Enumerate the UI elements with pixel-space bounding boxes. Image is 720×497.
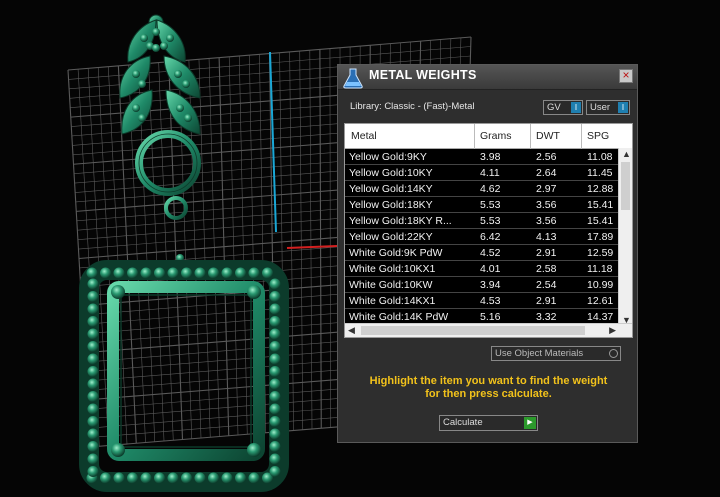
cell-metal: Yellow Gold:9KY bbox=[349, 151, 427, 163]
cell-grams: 4.62 bbox=[480, 183, 501, 195]
cell-dwt: 2.91 bbox=[536, 247, 557, 259]
use-object-materials-label: Use Object Materials bbox=[495, 348, 584, 359]
table-row[interactable]: Yellow Gold:22KY 6.42 4.13 17.89 bbox=[345, 229, 627, 245]
cell-dwt: 2.91 bbox=[536, 295, 557, 307]
cell-grams: 4.11 bbox=[480, 167, 500, 179]
table-row[interactable]: Yellow Gold:14KY 4.62 2.97 12.88 bbox=[345, 181, 627, 197]
table-row[interactable]: White Gold:14KX1 4.53 2.91 12.61 bbox=[345, 293, 627, 309]
vertical-scrollbar[interactable]: ▲ ▼ bbox=[618, 148, 632, 326]
gv-label: GV bbox=[547, 102, 561, 113]
cell-grams: 5.53 bbox=[480, 199, 501, 211]
horizontal-scrollbar[interactable]: ◀ ▶ bbox=[345, 323, 632, 337]
cell-grams: 5.53 bbox=[480, 215, 501, 227]
instruction-line-1: Highlight the item you want to find the … bbox=[369, 375, 608, 387]
scroll-right-icon[interactable]: ▶ bbox=[609, 325, 616, 336]
vertical-scroll-thumb[interactable] bbox=[621, 162, 630, 210]
scroll-up-icon[interactable]: ▲ bbox=[622, 149, 631, 159]
instruction-line-2: for then press calculate. bbox=[425, 388, 552, 400]
cell-metal: White Gold:10KX1 bbox=[349, 263, 436, 275]
leaf-pendant-model[interactable] bbox=[119, 14, 201, 220]
cell-metal: Yellow Gold:22KY bbox=[349, 231, 433, 243]
panel-title: METAL WEIGHTS bbox=[369, 68, 477, 82]
metal-weights-panel: METAL WEIGHTS × Library: Classic - (Fast… bbox=[337, 64, 638, 443]
instruction-text: Highlight the item you want to find the … bbox=[348, 375, 629, 401]
cell-metal: White Gold:10KW bbox=[349, 279, 433, 291]
flask-icon bbox=[343, 68, 363, 89]
close-button[interactable]: × bbox=[619, 69, 633, 83]
cell-dwt: 2.54 bbox=[536, 279, 557, 291]
table-row[interactable]: Yellow Gold:10KY 4.11 2.64 11.45 bbox=[345, 165, 627, 181]
cell-metal: Yellow Gold:18KY R... bbox=[349, 215, 452, 227]
table-row[interactable]: White Gold:9K PdW 4.52 2.91 12.59 bbox=[345, 245, 627, 261]
cell-grams: 4.01 bbox=[480, 263, 501, 275]
panel-titlebar[interactable]: METAL WEIGHTS × bbox=[338, 65, 637, 90]
table-header: Metal Grams DWT SPG bbox=[345, 124, 632, 149]
scroll-left-icon[interactable]: ◀ bbox=[348, 325, 355, 336]
user-indicator-icon: I bbox=[618, 102, 628, 113]
column-header-metal[interactable]: Metal bbox=[351, 130, 377, 142]
cell-metal: Yellow Gold:18KY bbox=[349, 199, 433, 211]
table-row[interactable]: Yellow Gold:18KY 5.53 3.56 15.41 bbox=[345, 197, 627, 213]
table-row[interactable]: Yellow Gold:9KY 3.98 2.56 11.08 bbox=[345, 149, 627, 165]
cell-dwt: 3.56 bbox=[536, 199, 557, 211]
cell-dwt: 2.97 bbox=[536, 183, 557, 195]
gv-indicator-icon: I bbox=[571, 102, 581, 113]
cell-dwt: 2.64 bbox=[536, 167, 557, 179]
play-arrow-icon: ▶ bbox=[524, 417, 536, 429]
column-header-dwt[interactable]: DWT bbox=[536, 130, 560, 142]
cell-dwt: 3.32 bbox=[536, 311, 557, 323]
cell-dwt: 2.56 bbox=[536, 151, 557, 163]
cell-metal: Yellow Gold:10KY bbox=[349, 167, 433, 179]
cell-grams: 4.53 bbox=[480, 295, 501, 307]
cell-grams: 5.16 bbox=[480, 311, 501, 323]
table-row[interactable]: White Gold:10KW 3.94 2.54 10.99 bbox=[345, 277, 627, 293]
horizontal-scroll-thumb[interactable] bbox=[361, 326, 585, 335]
user-label: User bbox=[590, 102, 611, 113]
user-toggle[interactable]: User I bbox=[586, 100, 630, 115]
cell-dwt: 3.56 bbox=[536, 215, 557, 227]
cell-grams: 3.98 bbox=[480, 151, 501, 163]
cell-metal: Yellow Gold:14KY bbox=[349, 183, 433, 195]
cell-dwt: 2.58 bbox=[536, 263, 557, 275]
calculate-label: Calculate bbox=[443, 417, 483, 428]
gv-toggle[interactable]: GV I bbox=[543, 100, 583, 115]
cell-grams: 6.42 bbox=[480, 231, 501, 243]
metal-weights-table: Metal Grams DWT SPG Yellow Gold:9KY 3.98 2… bbox=[344, 123, 633, 338]
cell-grams: 4.52 bbox=[480, 247, 501, 259]
cell-grams: 3.94 bbox=[480, 279, 501, 291]
column-header-spg[interactable]: SPG bbox=[587, 130, 609, 142]
cell-metal: White Gold:14K PdW bbox=[349, 311, 449, 323]
use-object-materials-option[interactable]: Use Object Materials bbox=[491, 346, 621, 361]
calculate-button[interactable]: Calculate ▶ bbox=[439, 415, 538, 431]
cushion-halo-pendant-model[interactable] bbox=[79, 254, 289, 492]
table-row[interactable]: Yellow Gold:18KY R... 5.53 3.56 15.41 bbox=[345, 213, 627, 229]
cell-metal: White Gold:14KX1 bbox=[349, 295, 436, 307]
close-icon: × bbox=[622, 68, 630, 82]
column-header-grams[interactable]: Grams bbox=[480, 130, 512, 142]
cell-metal: White Gold:9K PdW bbox=[349, 247, 443, 259]
library-label: Library: Classic - (Fast)-Metal bbox=[350, 101, 475, 112]
table-row[interactable]: White Gold:10KX1 4.01 2.58 11.18 bbox=[345, 261, 627, 277]
radio-icon[interactable] bbox=[609, 349, 618, 358]
cell-dwt: 4.13 bbox=[536, 231, 557, 243]
